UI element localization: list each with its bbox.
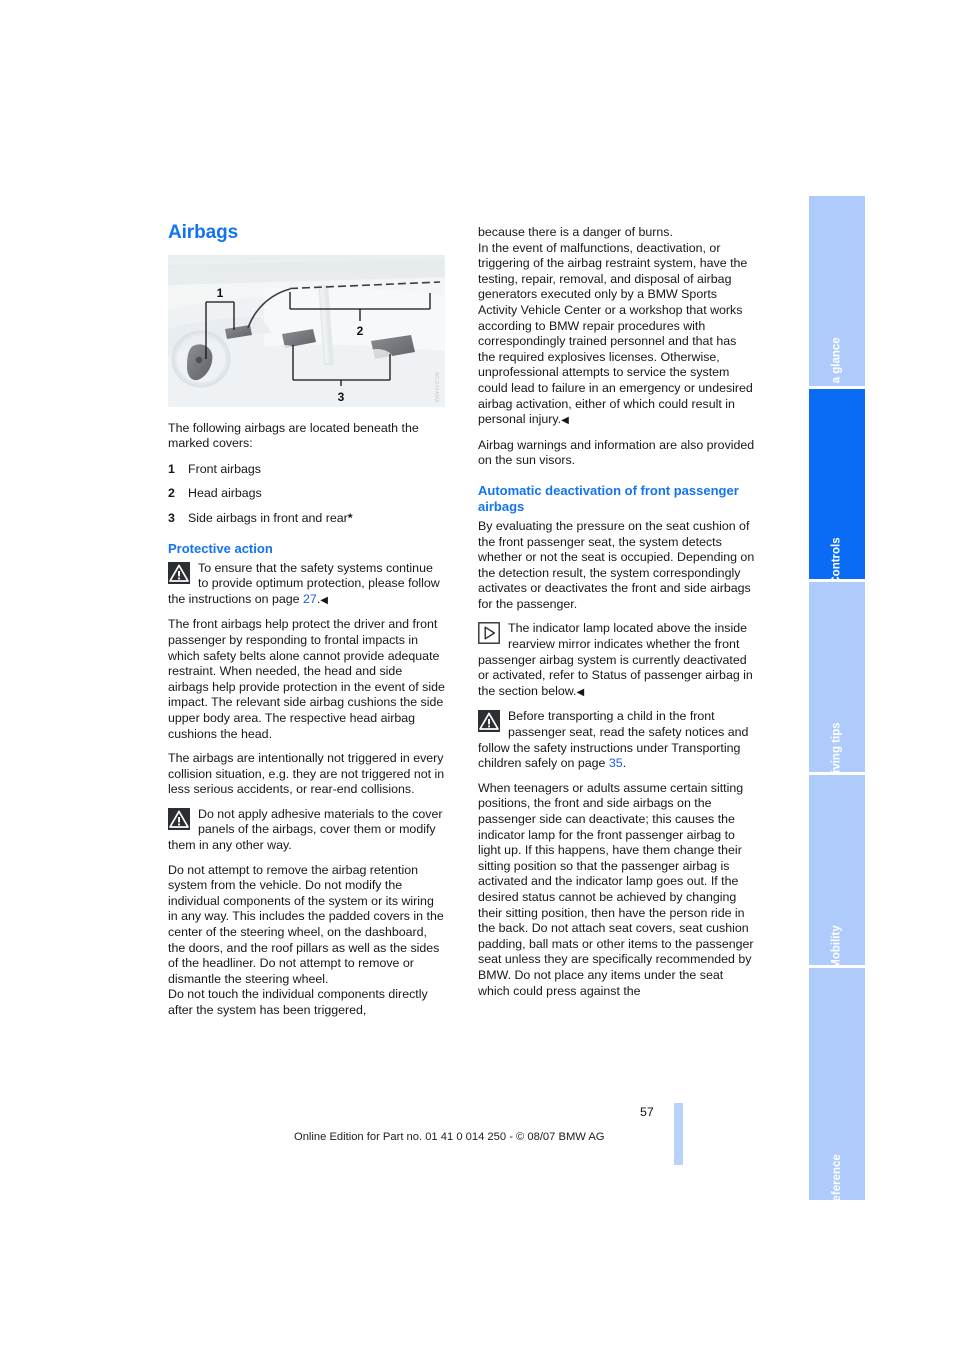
- tab-at-a-glance-label: At a glance: [831, 337, 844, 386]
- info-note-indicator-lamp: The indicator lamp located above the ins…: [478, 621, 755, 700]
- legend-number: 3: [168, 510, 175, 525]
- page-title: Airbags: [168, 222, 239, 243]
- legend-text: Front airbags: [188, 461, 262, 476]
- illustration-label-1: 1: [217, 286, 224, 300]
- list-item: 3 Side airbags in front and rear*: [168, 511, 445, 527]
- body-text: In the event of malfunctions, deactivati…: [478, 240, 753, 427]
- legend-number: 2: [168, 486, 175, 501]
- body-paragraph-sun-visors: Airbag warnings and information are also…: [478, 437, 755, 468]
- body-paragraph-4: Do not touch the individual components d…: [168, 987, 428, 1017]
- tab-driving-tips[interactable]: Driving tips: [809, 582, 865, 772]
- legend-text: Side airbags in front and rear: [188, 510, 348, 525]
- legend-number: 1: [168, 461, 175, 476]
- illustration-label-2: 2: [357, 324, 364, 338]
- page-reference-link[interactable]: 27: [303, 592, 317, 606]
- warning-triangle-icon: [478, 710, 500, 733]
- page-number-accent-bar: [674, 1103, 683, 1165]
- illustration-watermark: WCD14AMA: [433, 371, 439, 403]
- tab-driving-tips-label: Driving tips: [831, 722, 844, 772]
- page-reference-link[interactable]: 35: [609, 756, 623, 770]
- section-heading-automatic-deactivation: Automatic deactivation of front passenge…: [478, 482, 739, 514]
- tab-controls-label: Controls: [831, 537, 843, 579]
- tab-reference-label: Reference: [831, 1154, 843, 1200]
- legend-footnote-asterisk: *: [347, 510, 353, 525]
- body-paragraph-sitting-positions: When teenagers or adults assume certain …: [478, 780, 754, 998]
- body-paragraph-1: The front airbags help protect the drive…: [168, 617, 445, 741]
- left-column: Airbags 1 2 3 WCD14AMA The following air…: [168, 222, 445, 1019]
- right-column: because there is a danger of burns. In t…: [478, 225, 755, 999]
- tab-at-a-glance[interactable]: At a glance: [809, 196, 865, 386]
- section-tab-rail: At a glance Controls Driving tips Mobili…: [809, 196, 865, 1204]
- page-number: 57: [640, 1105, 654, 1119]
- end-of-note-marker: ◀: [576, 686, 585, 698]
- info-text: The indicator lamp located above the ins…: [478, 621, 753, 698]
- manual-page: At a glance Controls Driving tips Mobili…: [0, 0, 954, 1350]
- tab-mobility-label: Mobility: [830, 925, 843, 965]
- warning-note-child-transport: Before transporting a child in the front…: [478, 709, 755, 771]
- legend-text: Head airbags: [188, 486, 262, 501]
- intro-paragraph: The following airbags are located beneat…: [168, 420, 419, 451]
- airbag-legend-list: 1 Front airbags 2 Head airbags 3 Side ai…: [168, 462, 445, 527]
- tab-controls[interactable]: Controls: [809, 389, 865, 579]
- warning-triangle-icon: [168, 561, 190, 584]
- list-item: 2 Head airbags: [168, 486, 445, 502]
- tab-reference[interactable]: Reference: [809, 968, 865, 1200]
- body-paragraph-3: Do not attempt to remove the airbag rete…: [168, 862, 444, 986]
- body-paragraph-burns: because there is a danger of burns.: [478, 225, 673, 239]
- warning-triangle-icon: [168, 807, 190, 830]
- end-of-note-marker: ◀: [561, 415, 569, 427]
- illustration-label-3: 3: [338, 390, 345, 404]
- airbag-location-illustration: 1 2 3 WCD14AMA: [168, 254, 445, 407]
- end-of-note-marker: ◀: [320, 594, 328, 606]
- warning-text: Do not apply adhesive materials to the c…: [168, 806, 443, 853]
- imprint-line: Online Edition for Part no. 01 41 0 014 …: [294, 1131, 605, 1143]
- warning-note-adhesive: Do not apply adhesive materials to the c…: [168, 807, 445, 854]
- list-item: 1 Front airbags: [168, 462, 445, 478]
- tab-mobility[interactable]: Mobility: [809, 775, 865, 965]
- body-paragraph-pressure-detection: By evaluating the pressure on the seat c…: [478, 518, 755, 611]
- body-paragraph-2: The airbags are intentionally not trigge…: [168, 751, 445, 797]
- section-heading-protective-action: Protective action: [168, 540, 273, 556]
- info-triangle-box-icon: [478, 622, 500, 645]
- warning-note-protective-action: To ensure that the safety systems contin…: [168, 561, 445, 609]
- body-paragraph-malfunctions: In the event of malfunctions, deactivati…: [478, 241, 755, 429]
- warning-text-tail: .: [622, 756, 627, 771]
